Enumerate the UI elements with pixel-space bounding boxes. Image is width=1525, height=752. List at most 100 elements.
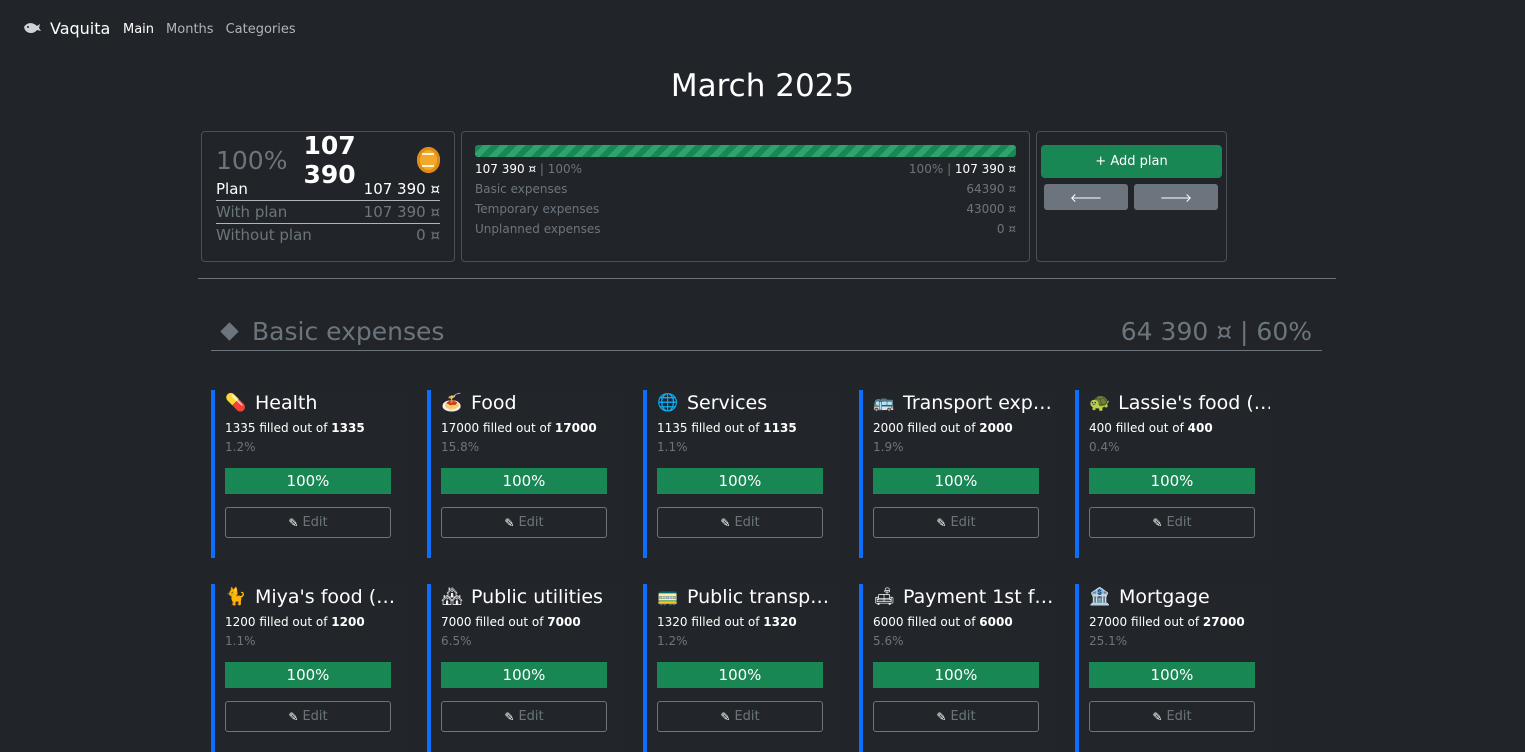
card-filled-value: 1335	[225, 421, 256, 435]
card-share: 1.9%	[873, 440, 904, 454]
card-title: 🌐 Services	[657, 392, 838, 414]
navbar: Vaquita Main Months Categories	[0, 0, 1525, 60]
card-filled-value: 7000	[441, 615, 472, 629]
divider	[198, 278, 1336, 279]
card-total-value: 17000	[554, 421, 597, 435]
page-title: March 2025	[670, 68, 855, 104]
nav-months[interactable]: Months	[166, 22, 214, 37]
card-title: 🏦 Mortgage	[1089, 586, 1270, 608]
edit-label: Edit	[734, 515, 760, 530]
prev-month-button[interactable]: 🡐	[1044, 184, 1128, 210]
basic-value: 64390 ¤	[966, 182, 1016, 196]
card-title: 🚌 Transport exp…	[873, 392, 1054, 414]
edit-button[interactable]: ✎ Edit	[225, 507, 391, 538]
card-filled-mid: filled out of	[1115, 421, 1184, 435]
unplanned-label: Unplanned expenses	[475, 222, 601, 236]
edit-label: Edit	[950, 515, 976, 530]
pencil-icon: ✎	[504, 709, 515, 724]
edit-label: Edit	[302, 709, 328, 724]
progress-card: 107 390 ¤ | 100% 100% | 107 390 ¤ Basic …	[461, 131, 1030, 262]
actions-card: + Add plan 🡐 🡒	[1036, 131, 1227, 262]
pasta-icon: 🍝	[441, 393, 463, 413]
card-share: 1.1%	[225, 634, 256, 648]
category-card: 🐢 Lassie's food (… 400 filled out of 400…	[1075, 390, 1270, 558]
edit-button[interactable]: ✎ Edit	[441, 507, 607, 538]
card-filled: 7000 filled out of 7000	[441, 615, 622, 629]
pencil-icon: ✎	[720, 709, 731, 724]
temporary-value: 43000 ¤	[966, 202, 1016, 216]
edit-label: Edit	[302, 515, 328, 530]
card-progress-bar: 100%	[873, 662, 1039, 688]
nav-categories[interactable]: Categories	[226, 22, 296, 37]
edit-button[interactable]: ✎ Edit	[873, 701, 1039, 732]
card-title-text: Public transp…	[687, 586, 830, 608]
add-plan-button[interactable]: + Add plan	[1041, 145, 1222, 178]
houses-icon: 🏘	[441, 587, 463, 607]
with-plan-value: 107 390 ¤	[363, 203, 440, 221]
card-filled-value: 400	[1089, 421, 1112, 435]
card-filled: 17000 filled out of 17000	[441, 421, 622, 435]
pencil-icon: ✎	[936, 515, 947, 530]
category-card: 🚃 Public transp… 1320 filled out of 1320…	[643, 584, 838, 752]
edit-button[interactable]: ✎ Edit	[1089, 701, 1255, 732]
edit-button[interactable]: ✎ Edit	[441, 701, 607, 732]
card-filled-mid: filled out of	[907, 615, 976, 629]
progress-row-temporary: Temporary expenses 43000 ¤	[475, 199, 1016, 219]
pencil-icon: ✎	[288, 709, 299, 724]
pencil-icon: ✎	[1152, 515, 1163, 530]
card-share: 0.4%	[1089, 440, 1120, 454]
cat-icon: 🐈	[225, 587, 247, 607]
edit-label: Edit	[1166, 709, 1192, 724]
next-month-button[interactable]: 🡒	[1134, 184, 1218, 210]
card-filled: 400 filled out of 400	[1089, 421, 1270, 435]
bank-icon: 🏦	[1089, 587, 1111, 607]
card-progress-bar: 100%	[225, 662, 391, 688]
card-filled-mid: filled out of	[907, 421, 976, 435]
card-title: 🐢 Lassie's food (…	[1089, 392, 1270, 414]
card-title: 🚃 Public transp…	[657, 586, 838, 608]
card-total-value: 7000	[547, 615, 581, 629]
card-progress-bar: 100%	[657, 468, 823, 494]
card-filled-mid: filled out of	[691, 615, 760, 629]
card-title: 🐈 Miya's food (…	[225, 586, 406, 608]
card-title-text: Mortgage	[1119, 586, 1210, 608]
category-card: 🏦 Mortgage 27000 filled out of 27000 25.…	[1075, 584, 1270, 752]
edit-button[interactable]: ✎ Edit	[873, 507, 1039, 538]
category-card: 🚌 Transport exp… 2000 filled out of 2000…	[859, 390, 1054, 558]
plan-value: 107 390 ¤	[363, 180, 440, 198]
progress-row-unplanned: Unplanned expenses 0 ¤	[475, 219, 1016, 239]
without-plan-value: 0 ¤	[416, 226, 440, 244]
card-progress-bar: 100%	[657, 662, 823, 688]
progress-summary-row: 107 390 ¤ | 100% 100% | 107 390 ¤	[475, 162, 1016, 176]
basic-label: Basic expenses	[475, 182, 568, 196]
card-total-value: 1335	[331, 421, 365, 435]
category-card: 💊 Health 1335 filled out of 1335 1.2% 10…	[211, 390, 406, 558]
unplanned-value: 0 ¤	[996, 222, 1016, 236]
progress-bar-fill	[475, 145, 1016, 157]
brand[interactable]: Vaquita	[22, 18, 110, 38]
card-title-text: Transport exp…	[903, 392, 1052, 414]
turtle-icon: 🐢	[1089, 393, 1111, 413]
card-title: 🍝 Food	[441, 392, 622, 414]
couch-icon: 🛋	[873, 587, 895, 607]
progress-left-percent: 100%	[547, 162, 583, 176]
card-title: 🏘 Public utilities	[441, 586, 622, 608]
edit-button[interactable]: ✎ Edit	[1089, 507, 1255, 538]
edit-button[interactable]: ✎ Edit	[225, 701, 391, 732]
nav-main[interactable]: Main	[123, 22, 154, 37]
card-filled: 1135 filled out of 1135	[657, 421, 838, 435]
section-header: Basic expenses 64 390 ¤ | 60%	[211, 312, 1322, 351]
card-title: 💊 Health	[225, 392, 406, 414]
card-total-value: 2000	[979, 421, 1013, 435]
with-plan-row: With plan 107 390 ¤	[216, 200, 440, 223]
edit-button[interactable]: ✎ Edit	[657, 507, 823, 538]
edit-button[interactable]: ✎ Edit	[657, 701, 823, 732]
edit-label: Edit	[950, 709, 976, 724]
without-plan-label: Without plan	[216, 226, 312, 244]
pencil-icon: ✎	[288, 515, 299, 530]
card-filled-value: 1320	[657, 615, 688, 629]
card-filled-mid: filled out of	[259, 421, 328, 435]
card-filled: 2000 filled out of 2000	[873, 421, 1054, 435]
card-title: 🛋 Payment 1st f…	[873, 586, 1054, 608]
card-total-value: 1320	[763, 615, 797, 629]
